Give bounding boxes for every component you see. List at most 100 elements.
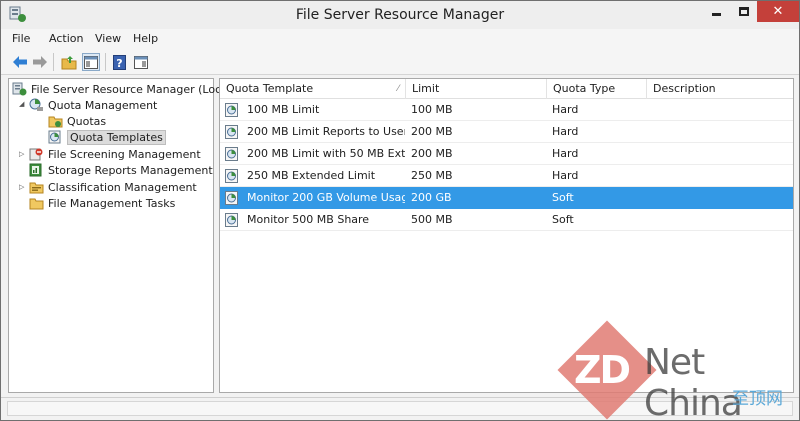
tree-root[interactable]: File Server Resource Manager (Local) (12, 81, 235, 97)
menu-action[interactable]: Action (49, 32, 83, 45)
quota-template-icon (225, 147, 238, 161)
console-tree[interactable]: File Server Resource Manager (Local) ◢ Q… (8, 78, 235, 393)
cell-quota-template: 200 MB Limit Reports to User (247, 125, 405, 138)
help-icon: ? (113, 54, 126, 70)
cell-limit: 200 MB (411, 147, 453, 160)
cell-limit: 500 MB (411, 213, 453, 226)
cell-quota-type: Hard (552, 169, 579, 182)
tree-item-label: Quotas (67, 114, 107, 128)
up-folder-icon (61, 55, 77, 69)
menu-bar: File Action View Help (1, 29, 799, 49)
back-button[interactable] (11, 53, 29, 71)
cell-quota-template: Monitor 200 GB Volume Usage (247, 191, 405, 204)
cell-quota-template: 250 MB Extended Limit (247, 169, 376, 182)
cell-limit: 100 MB (411, 103, 453, 116)
maximize-icon (739, 7, 749, 16)
forward-button[interactable] (31, 53, 49, 71)
tree-item-quota-management[interactable]: Quota Management (29, 97, 157, 113)
column-header-label: Description (653, 82, 716, 95)
cell-quota-type: Soft (552, 213, 574, 226)
table-row[interactable]: 100 MB Limit 100 MB Hard (220, 99, 793, 121)
column-header-label: Limit (412, 82, 440, 95)
expand-arrow-icon[interactable]: ▷ (19, 150, 27, 158)
expand-arrow-icon[interactable]: ▷ (19, 183, 27, 191)
watermark-cn-text: 至顶网 (732, 389, 783, 409)
title-bar[interactable]: File Server Resource Manager ✕ (1, 1, 799, 29)
toolbar-separator (105, 53, 106, 71)
list-header: Quota Template ⁄ Limit Quota Type Descri… (220, 79, 793, 99)
tree-item-label: File Screening Management (48, 147, 201, 161)
column-header-description[interactable]: Description (647, 79, 793, 99)
show-hide-console-tree-icon (84, 55, 98, 69)
watermark-zd-text: ZD (574, 348, 631, 392)
cell-quota-type: Hard (552, 125, 579, 138)
back-arrow-icon (13, 56, 27, 68)
collapse-arrow-icon[interactable]: ◢ (19, 100, 27, 108)
quota-template-icon (225, 213, 238, 227)
tree-item-label: File Management Tasks (48, 196, 176, 210)
cell-description (652, 209, 790, 231)
cell-description (652, 121, 790, 143)
cell-description (652, 165, 790, 187)
sort-indicator-icon: ⁄ (397, 84, 399, 94)
cell-quota-template: 200 MB Limit with 50 MB Exte... (247, 147, 405, 160)
file-screening-icon (29, 148, 43, 161)
show-action-pane-button[interactable] (132, 53, 150, 71)
cell-quota-template: 100 MB Limit (247, 103, 320, 116)
tree-item-storage-reports-management[interactable]: Storage Reports Management (29, 162, 213, 178)
close-button[interactable]: ✕ (757, 1, 799, 22)
menu-help[interactable]: Help (133, 32, 158, 45)
cell-quota-type: Hard (552, 103, 579, 116)
quotas-icon (48, 116, 63, 128)
quota-template-icon (225, 125, 238, 139)
up-one-level-button[interactable] (60, 53, 78, 71)
quota-templates-icon (48, 130, 61, 144)
quota-template-icon (225, 103, 238, 117)
minimize-icon (711, 13, 721, 16)
column-header-limit[interactable]: Limit (406, 79, 547, 99)
tree-item-file-management-tasks[interactable]: File Management Tasks (29, 195, 175, 211)
window-title: File Server Resource Manager (295, 7, 505, 23)
column-header-quota-type[interactable]: Quota Type (547, 79, 647, 99)
cell-description (652, 143, 790, 165)
cell-limit: 200 MB (411, 125, 453, 138)
cell-quota-type: Soft (552, 191, 574, 204)
table-row[interactable]: Monitor 500 MB Share 500 MB Soft (220, 209, 793, 231)
column-header-label: Quota Template (226, 82, 314, 95)
table-row[interactable]: 200 MB Limit with 50 MB Exte... 200 MB H… (220, 143, 793, 165)
cell-description (652, 99, 790, 121)
watermark-brand-text: Net China (644, 342, 743, 421)
cell-description (652, 187, 790, 209)
cell-quota-type: Hard (552, 147, 579, 160)
column-header-quota-template[interactable]: Quota Template ⁄ (220, 79, 406, 99)
tree-item-label: Classification Management (48, 180, 197, 194)
tree-item-quotas[interactable]: Quotas (48, 113, 106, 129)
quota-management-icon (29, 98, 43, 111)
minimize-button[interactable] (701, 1, 731, 22)
tree-item-label: Quota Management (48, 98, 158, 112)
server-icon (12, 82, 27, 96)
show-action-pane-icon (134, 55, 148, 69)
table-row[interactable]: 200 MB Limit Reports to User 200 MB Hard (220, 121, 793, 143)
help-button[interactable]: ? (111, 53, 129, 71)
tree-item-quota-templates[interactable]: Quota Templates (48, 129, 166, 145)
forward-arrow-icon (33, 56, 47, 68)
tree-item-classification-management[interactable]: Classification Management (29, 179, 197, 195)
menu-view[interactable]: View (95, 32, 121, 45)
cell-limit: 200 GB (411, 191, 452, 204)
classification-icon (29, 182, 44, 194)
table-row[interactable]: 250 MB Extended Limit 250 MB Hard (220, 165, 793, 187)
maximize-button[interactable] (729, 1, 759, 22)
column-header-label: Quota Type (553, 82, 616, 95)
cell-quota-template: Monitor 500 MB Share (247, 213, 370, 226)
tree-item-file-screening-management[interactable]: File Screening Management (29, 146, 201, 162)
watermark-logo: ZD Net China 至顶网 (557, 320, 800, 421)
tree-item-label: Storage Reports Management (48, 163, 213, 177)
menu-file[interactable]: File (12, 32, 30, 45)
quota-template-icon (225, 191, 238, 205)
quota-template-icon (225, 169, 238, 183)
svg-text:?: ? (116, 57, 122, 70)
toolbar-separator (53, 53, 54, 71)
table-row-selected[interactable]: Monitor 200 GB Volume Usage 200 GB Soft (220, 187, 793, 209)
show-hide-console-tree-button[interactable] (82, 53, 100, 71)
